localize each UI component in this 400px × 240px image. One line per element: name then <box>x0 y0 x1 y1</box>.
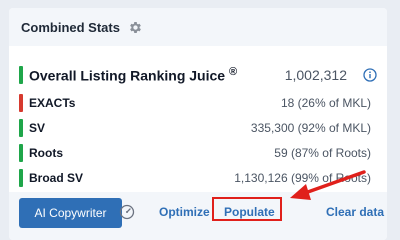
stat-label: Overall Listing Ranking Juice <box>29 67 226 84</box>
populate-highlight-box <box>212 197 282 221</box>
stat-row-sv: SV 335,300 (92% of MKL) <box>9 118 387 138</box>
stat-label: Roots <box>29 146 63 160</box>
status-indicator <box>19 119 23 137</box>
stat-value: 1,130,126 (99% of Roots) <box>234 171 371 185</box>
status-indicator <box>19 144 23 162</box>
card-header: Combined Stats <box>9 8 387 46</box>
card-footer: AI Copywriter Optimize Populate Clear da… <box>9 192 387 240</box>
stat-label: Broad SV <box>29 171 84 185</box>
status-indicator <box>19 169 23 187</box>
gauge-icon[interactable] <box>119 204 135 220</box>
stat-value: 59 (87% of Roots) <box>274 146 371 160</box>
stat-value: 1,002,312 <box>284 67 347 83</box>
gear-icon[interactable] <box>128 20 143 35</box>
card-title: Combined Stats <box>21 19 120 35</box>
stat-row-exacts: EXACTs 18 (26% of MKL) <box>9 93 387 113</box>
stat-row-overall-juice: Overall Listing Ranking Juice ® 1,002,31… <box>9 65 387 85</box>
clear-data-link[interactable]: Clear data <box>326 205 384 219</box>
stat-label: SV <box>29 121 46 135</box>
stat-label: EXACTs <box>29 96 76 110</box>
stat-value: 18 (26% of MKL) <box>280 96 371 110</box>
optimize-link[interactable]: Optimize <box>159 205 210 219</box>
ai-copywriter-button[interactable]: AI Copywriter <box>19 198 122 228</box>
stat-value: 335,300 (92% of MKL) <box>250 121 371 135</box>
combined-stats-card: Combined Stats Overall Listing Ranking J… <box>9 8 387 240</box>
status-indicator <box>19 66 23 84</box>
stat-row-broad-sv: Broad SV 1,130,126 (99% of Roots) <box>9 168 387 188</box>
status-indicator <box>19 94 23 112</box>
info-circle-icon[interactable] <box>363 68 377 82</box>
stat-row-roots: Roots 59 (87% of Roots) <box>9 143 387 163</box>
trademark-symbol: ® <box>228 66 238 79</box>
